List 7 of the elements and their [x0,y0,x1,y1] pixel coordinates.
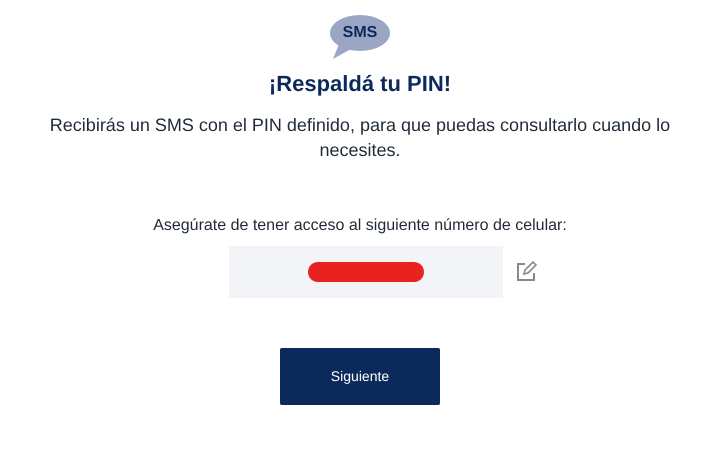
edit-icon[interactable] [515,261,537,283]
next-button[interactable]: Siguiente [280,348,440,405]
phone-label: Asegúrate de tener acceso al siguiente número de celular: [153,216,567,236]
page-title: ¡Respaldá tu PIN! [268,70,452,98]
message-text: Recibirás un SMS con el PIN definido, para que puedas consultarlo cuando lo necesites. [48,114,672,162]
speech-bubble-icon [329,14,391,60]
icon-label: SMS [342,24,378,42]
